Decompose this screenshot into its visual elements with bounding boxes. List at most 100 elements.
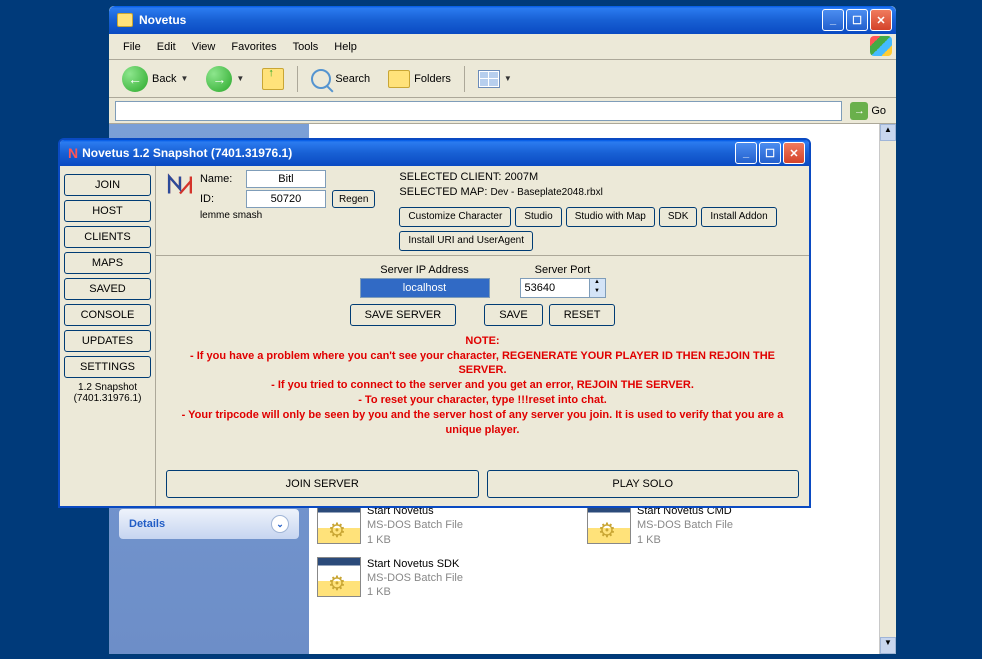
back-arrow-icon: ← [122, 66, 148, 92]
server-port-input[interactable] [520, 278, 590, 298]
file-item[interactable]: Start Novetus CMD MS-DOS Batch File 1 KB [587, 504, 817, 547]
note-line-2: - If you tried to connect to the server … [166, 378, 799, 393]
windows-logo-icon [870, 36, 892, 56]
search-button[interactable]: Search [304, 66, 377, 92]
nav-saved[interactable]: SAVED [64, 278, 151, 300]
chevron-down-icon: ▼ [180, 74, 188, 83]
menu-tools[interactable]: Tools [285, 37, 327, 57]
menu-edit[interactable]: Edit [149, 37, 184, 57]
up-button[interactable] [255, 65, 291, 93]
server-port-label: Server Port [535, 264, 591, 276]
maximize-button[interactable]: ☐ [846, 9, 868, 31]
note-line-4: - Your tripcode will only be seen by you… [166, 408, 799, 438]
folder-icon [117, 13, 133, 27]
install-uri-button[interactable]: Install URI and UserAgent [399, 231, 533, 251]
views-icon [478, 70, 500, 88]
menu-favorites[interactable]: Favorites [223, 37, 284, 57]
close-button[interactable]: ✕ [870, 9, 892, 31]
search-icon [311, 69, 331, 89]
id-input[interactable] [246, 190, 326, 208]
file-size: 1 KB [367, 585, 463, 599]
port-spinner[interactable]: ▲▼ [590, 278, 606, 298]
nav-console[interactable]: CONSOLE [64, 304, 151, 326]
back-label: Back [152, 73, 176, 85]
separator [297, 66, 298, 92]
reset-button[interactable]: RESET [549, 304, 616, 326]
batch-file-icon [587, 504, 631, 544]
spin-up-icon[interactable]: ▲ [590, 279, 605, 288]
play-solo-button[interactable]: PLAY SOLO [487, 470, 800, 498]
vertical-scrollbar[interactable]: ▲ ▼ [879, 124, 896, 654]
app-sidebar: JOIN HOST CLIENTS MAPS SAVED CONSOLE UPD… [60, 166, 156, 506]
collapse-button[interactable]: ⌄ [271, 515, 289, 533]
install-addon-button[interactable]: Install Addon [701, 207, 776, 227]
forward-button[interactable]: → ▼ [199, 63, 251, 95]
file-name: Start Novetus SDK [367, 557, 463, 571]
scroll-down-button[interactable]: ▼ [880, 637, 896, 654]
nav-maps[interactable]: MAPS [64, 252, 151, 274]
details-panel[interactable]: Details ⌄ [119, 509, 299, 539]
selected-map: Dev - Baseplate2048.rbxl [491, 187, 603, 198]
selected-info: SELECTED CLIENT: 2007M SELECTED MAP: Dev… [399, 170, 799, 251]
file-item[interactable]: Start Novetus MS-DOS Batch File 1 KB [317, 504, 547, 547]
explorer-title: Novetus [139, 13, 822, 27]
nav-settings[interactable]: SETTINGS [64, 356, 151, 378]
status-text: lemme smash [200, 210, 375, 221]
folders-button[interactable]: Folders [381, 67, 458, 91]
minimize-button[interactable]: _ [735, 142, 757, 164]
nav-clients[interactable]: CLIENTS [64, 226, 151, 248]
maximize-button[interactable]: ☐ [759, 142, 781, 164]
novetus-title: Novetus 1.2 Snapshot (7401.31976.1) [82, 146, 735, 160]
studio-with-map-button[interactable]: Studio with Map [566, 207, 655, 227]
menu-file[interactable]: File [115, 37, 149, 57]
app-main: Name: ID: Regen lemme smash SELECTED CLI… [156, 166, 809, 506]
explorer-toolbar: ← Back ▼ → ▼ Search Folders ▼ [109, 60, 896, 98]
join-server-button[interactable]: JOIN SERVER [166, 470, 479, 498]
save-button[interactable]: SAVE [484, 304, 543, 326]
sdk-button[interactable]: SDK [659, 207, 698, 227]
file-size: 1 KB [637, 533, 733, 547]
search-label: Search [335, 73, 370, 85]
file-type: MS-DOS Batch File [367, 518, 463, 532]
go-button[interactable]: → Go [846, 100, 890, 122]
note-line-1: - If you have a problem where you can't … [166, 349, 799, 379]
nav-updates[interactable]: UPDATES [64, 330, 151, 352]
explorer-titlebar[interactable]: Novetus _ ☐ ✕ [109, 6, 896, 34]
file-type: MS-DOS Batch File [367, 571, 463, 585]
nav-join[interactable]: JOIN [64, 174, 151, 196]
selected-client: 2007M [505, 171, 539, 183]
address-input[interactable] [115, 101, 842, 121]
regen-button[interactable]: Regen [332, 190, 375, 208]
studio-button[interactable]: Studio [515, 207, 561, 227]
minimize-button[interactable]: _ [822, 9, 844, 31]
customize-character-button[interactable]: Customize Character [399, 207, 511, 227]
folders-icon [388, 70, 410, 88]
server-ip-input[interactable] [360, 278, 490, 298]
file-item[interactable]: Start Novetus SDK MS-DOS Batch File 1 KB [317, 557, 547, 600]
details-label: Details [129, 518, 165, 530]
scroll-up-button[interactable]: ▲ [880, 124, 896, 141]
separator [464, 66, 465, 92]
spin-down-icon[interactable]: ▼ [590, 288, 605, 297]
note-title: NOTE: [166, 334, 799, 349]
novetus-titlebar[interactable]: N Novetus 1.2 Snapshot (7401.31976.1) _ … [60, 140, 809, 166]
novetus-icon: N [68, 145, 78, 161]
version-label: 1.2 Snapshot (7401.31976.1) [64, 382, 151, 404]
go-label: Go [871, 105, 886, 117]
address-bar: → Go [109, 98, 896, 124]
id-label: ID: [200, 193, 240, 205]
name-label: Name: [200, 173, 240, 185]
save-server-button[interactable]: SAVE SERVER [350, 304, 457, 326]
menu-view[interactable]: View [184, 37, 224, 57]
menu-help[interactable]: Help [326, 37, 365, 57]
chevron-down-icon: ▼ [236, 74, 244, 83]
folders-label: Folders [414, 73, 451, 85]
close-button[interactable]: ✕ [783, 142, 805, 164]
views-button[interactable]: ▼ [471, 67, 519, 91]
name-input[interactable] [246, 170, 326, 188]
back-button[interactable]: ← Back ▼ [115, 63, 195, 95]
server-ip-label: Server IP Address [380, 264, 468, 276]
selected-map-label: SELECTED MAP: [399, 186, 487, 198]
file-type: MS-DOS Batch File [637, 518, 733, 532]
nav-host[interactable]: HOST [64, 200, 151, 222]
